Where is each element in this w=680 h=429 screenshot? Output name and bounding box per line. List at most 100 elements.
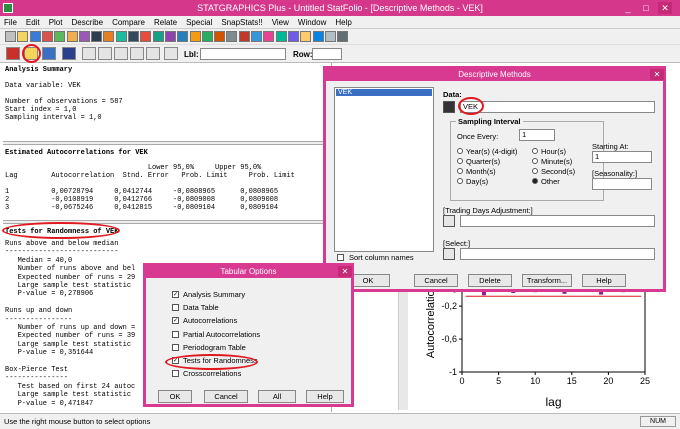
- cancel-button[interactable]: Cancel: [204, 390, 248, 403]
- radio-hour-s-[interactable]: [532, 148, 538, 154]
- maximize-button[interactable]: □: [639, 2, 653, 14]
- dialog-close-button[interactable]: ✕: [338, 266, 352, 277]
- row-input[interactable]: [312, 48, 342, 60]
- toolbar-icon[interactable]: [29, 31, 41, 42]
- toolbar-icon[interactable]: [275, 31, 287, 42]
- pane-icon-3[interactable]: [114, 47, 128, 60]
- menu-relate[interactable]: Relate: [154, 18, 177, 27]
- toolbar-icon[interactable]: [103, 31, 115, 42]
- radio-other[interactable]: [532, 178, 538, 184]
- lbl-input[interactable]: [200, 48, 286, 60]
- radio-year-s-4-digit-[interactable]: [457, 148, 463, 154]
- toolbar-icon[interactable]: [324, 31, 336, 42]
- graphical-options-icon[interactable]: [42, 47, 56, 60]
- radio-month-s-[interactable]: [457, 168, 463, 174]
- variable-list[interactable]: VEK: [334, 87, 434, 252]
- tabular-option-checkbox[interactable]: [172, 304, 179, 312]
- radio-quarter-s-[interactable]: [457, 158, 463, 164]
- radio-second-s-[interactable]: [532, 168, 538, 174]
- pane-icon-2[interactable]: [98, 47, 112, 60]
- toolbar-icon[interactable]: [78, 31, 90, 42]
- select-picker-icon[interactable]: [443, 248, 455, 260]
- variable-item-vek[interactable]: VEK: [336, 89, 432, 96]
- sort-column-names-checkbox[interactable]: [337, 254, 344, 261]
- annotation-circle-randomness: [165, 354, 258, 370]
- toolbar-icon[interactable]: [66, 31, 78, 42]
- once-every-field[interactable]: 1: [519, 129, 555, 141]
- toolbar-icon[interactable]: [54, 31, 66, 42]
- data-field[interactable]: VEK: [460, 101, 655, 113]
- ok-button[interactable]: OK: [158, 390, 192, 403]
- select-label: [Select:]: [443, 239, 471, 248]
- help-button[interactable]: Help: [306, 390, 344, 403]
- cancel-button[interactable]: Cancel: [414, 274, 458, 287]
- radio-minute-s-[interactable]: [532, 158, 538, 164]
- pane-icon-1[interactable]: [82, 47, 96, 60]
- save-results-icon[interactable]: [62, 47, 76, 60]
- toolbar-icon[interactable]: [41, 31, 53, 42]
- menu-edit[interactable]: Edit: [26, 18, 40, 27]
- select-field[interactable]: [460, 248, 655, 260]
- starting-at-field[interactable]: 1: [592, 151, 652, 163]
- toolbar-icon[interactable]: [312, 31, 324, 42]
- toolbar-icon[interactable]: [201, 31, 213, 42]
- tabular-options-dialog: Tabular Options ✕ ✓ Analysis Summary Data …: [143, 263, 354, 407]
- menu-compare[interactable]: Compare: [112, 18, 145, 27]
- menu-plot[interactable]: Plot: [49, 18, 63, 27]
- menu-bar: File Edit Plot Describe Compare Relate S…: [0, 16, 680, 29]
- data-select-arrow-icon[interactable]: [443, 101, 455, 113]
- menu-snapstats[interactable]: SnapStats!!: [221, 18, 262, 27]
- pane-divider[interactable]: [3, 141, 331, 145]
- tabular-option-checkbox[interactable]: ✓: [172, 291, 179, 298]
- toolbar-icon[interactable]: [115, 31, 127, 42]
- menu-window[interactable]: Window: [298, 18, 326, 27]
- dialog-close-button[interactable]: ✕: [650, 69, 664, 80]
- pane-icon-5[interactable]: [146, 47, 160, 60]
- minimize-button[interactable]: _: [621, 2, 635, 14]
- all-button[interactable]: All: [258, 390, 296, 403]
- trading-days-field[interactable]: [460, 215, 655, 227]
- input-dialog-icon[interactable]: [6, 47, 20, 60]
- toolbar-icon[interactable]: [17, 31, 29, 42]
- toolbar-icon[interactable]: [128, 31, 139, 42]
- toolbar-icon[interactable]: [263, 31, 275, 42]
- pane-icon-4[interactable]: [130, 47, 144, 60]
- toolbar-icon[interactable]: [214, 31, 226, 42]
- toolbar-icon[interactable]: [5, 31, 16, 42]
- tabular-option-checkbox[interactable]: ✓: [172, 317, 179, 325]
- menu-help[interactable]: Help: [335, 18, 351, 27]
- toolbar-icon[interactable]: [251, 31, 262, 42]
- toolbar-icon[interactable]: [189, 31, 201, 42]
- transform-button[interactable]: Transform...: [522, 274, 572, 287]
- tabular-option-checkbox[interactable]: [172, 370, 179, 378]
- toolbar-icon[interactable]: [287, 31, 299, 42]
- toolbar-icon[interactable]: [152, 31, 164, 42]
- toolbar-icon[interactable]: [238, 31, 250, 42]
- help-button[interactable]: Help: [582, 274, 626, 287]
- tabular-option-checkbox[interactable]: [172, 343, 179, 351]
- radio-day-s-[interactable]: [457, 178, 463, 184]
- toolbar-icon[interactable]: [300, 31, 312, 42]
- toolbar-icon[interactable]: [140, 31, 152, 42]
- annotation-circle-data: [458, 97, 484, 115]
- trading-days-select-icon[interactable]: [443, 215, 455, 227]
- x-tick-label: 25: [640, 376, 650, 386]
- pane-icon-6[interactable]: [164, 47, 178, 60]
- toolbar-icon[interactable]: [91, 31, 103, 42]
- toolbar-icon[interactable]: [177, 31, 189, 42]
- toolbar-icon[interactable]: [337, 31, 349, 42]
- close-button[interactable]: ✕: [658, 2, 672, 14]
- menu-special[interactable]: Special: [186, 18, 212, 27]
- tests-line: ---------------: [5, 374, 69, 383]
- menu-file[interactable]: File: [4, 18, 17, 27]
- tabular-option-checkbox[interactable]: [172, 330, 179, 338]
- menu-describe[interactable]: Describe: [71, 18, 103, 27]
- toolbar-icon[interactable]: [226, 31, 238, 42]
- seasonality-field[interactable]: [592, 178, 652, 190]
- x-tick-label: 15: [567, 376, 577, 386]
- app-icon[interactable]: [3, 3, 13, 13]
- toolbar-icon[interactable]: [164, 31, 176, 42]
- annotation-circle-tabular: [22, 44, 41, 63]
- delete-button[interactable]: Delete: [468, 274, 512, 287]
- menu-view[interactable]: View: [272, 18, 289, 27]
